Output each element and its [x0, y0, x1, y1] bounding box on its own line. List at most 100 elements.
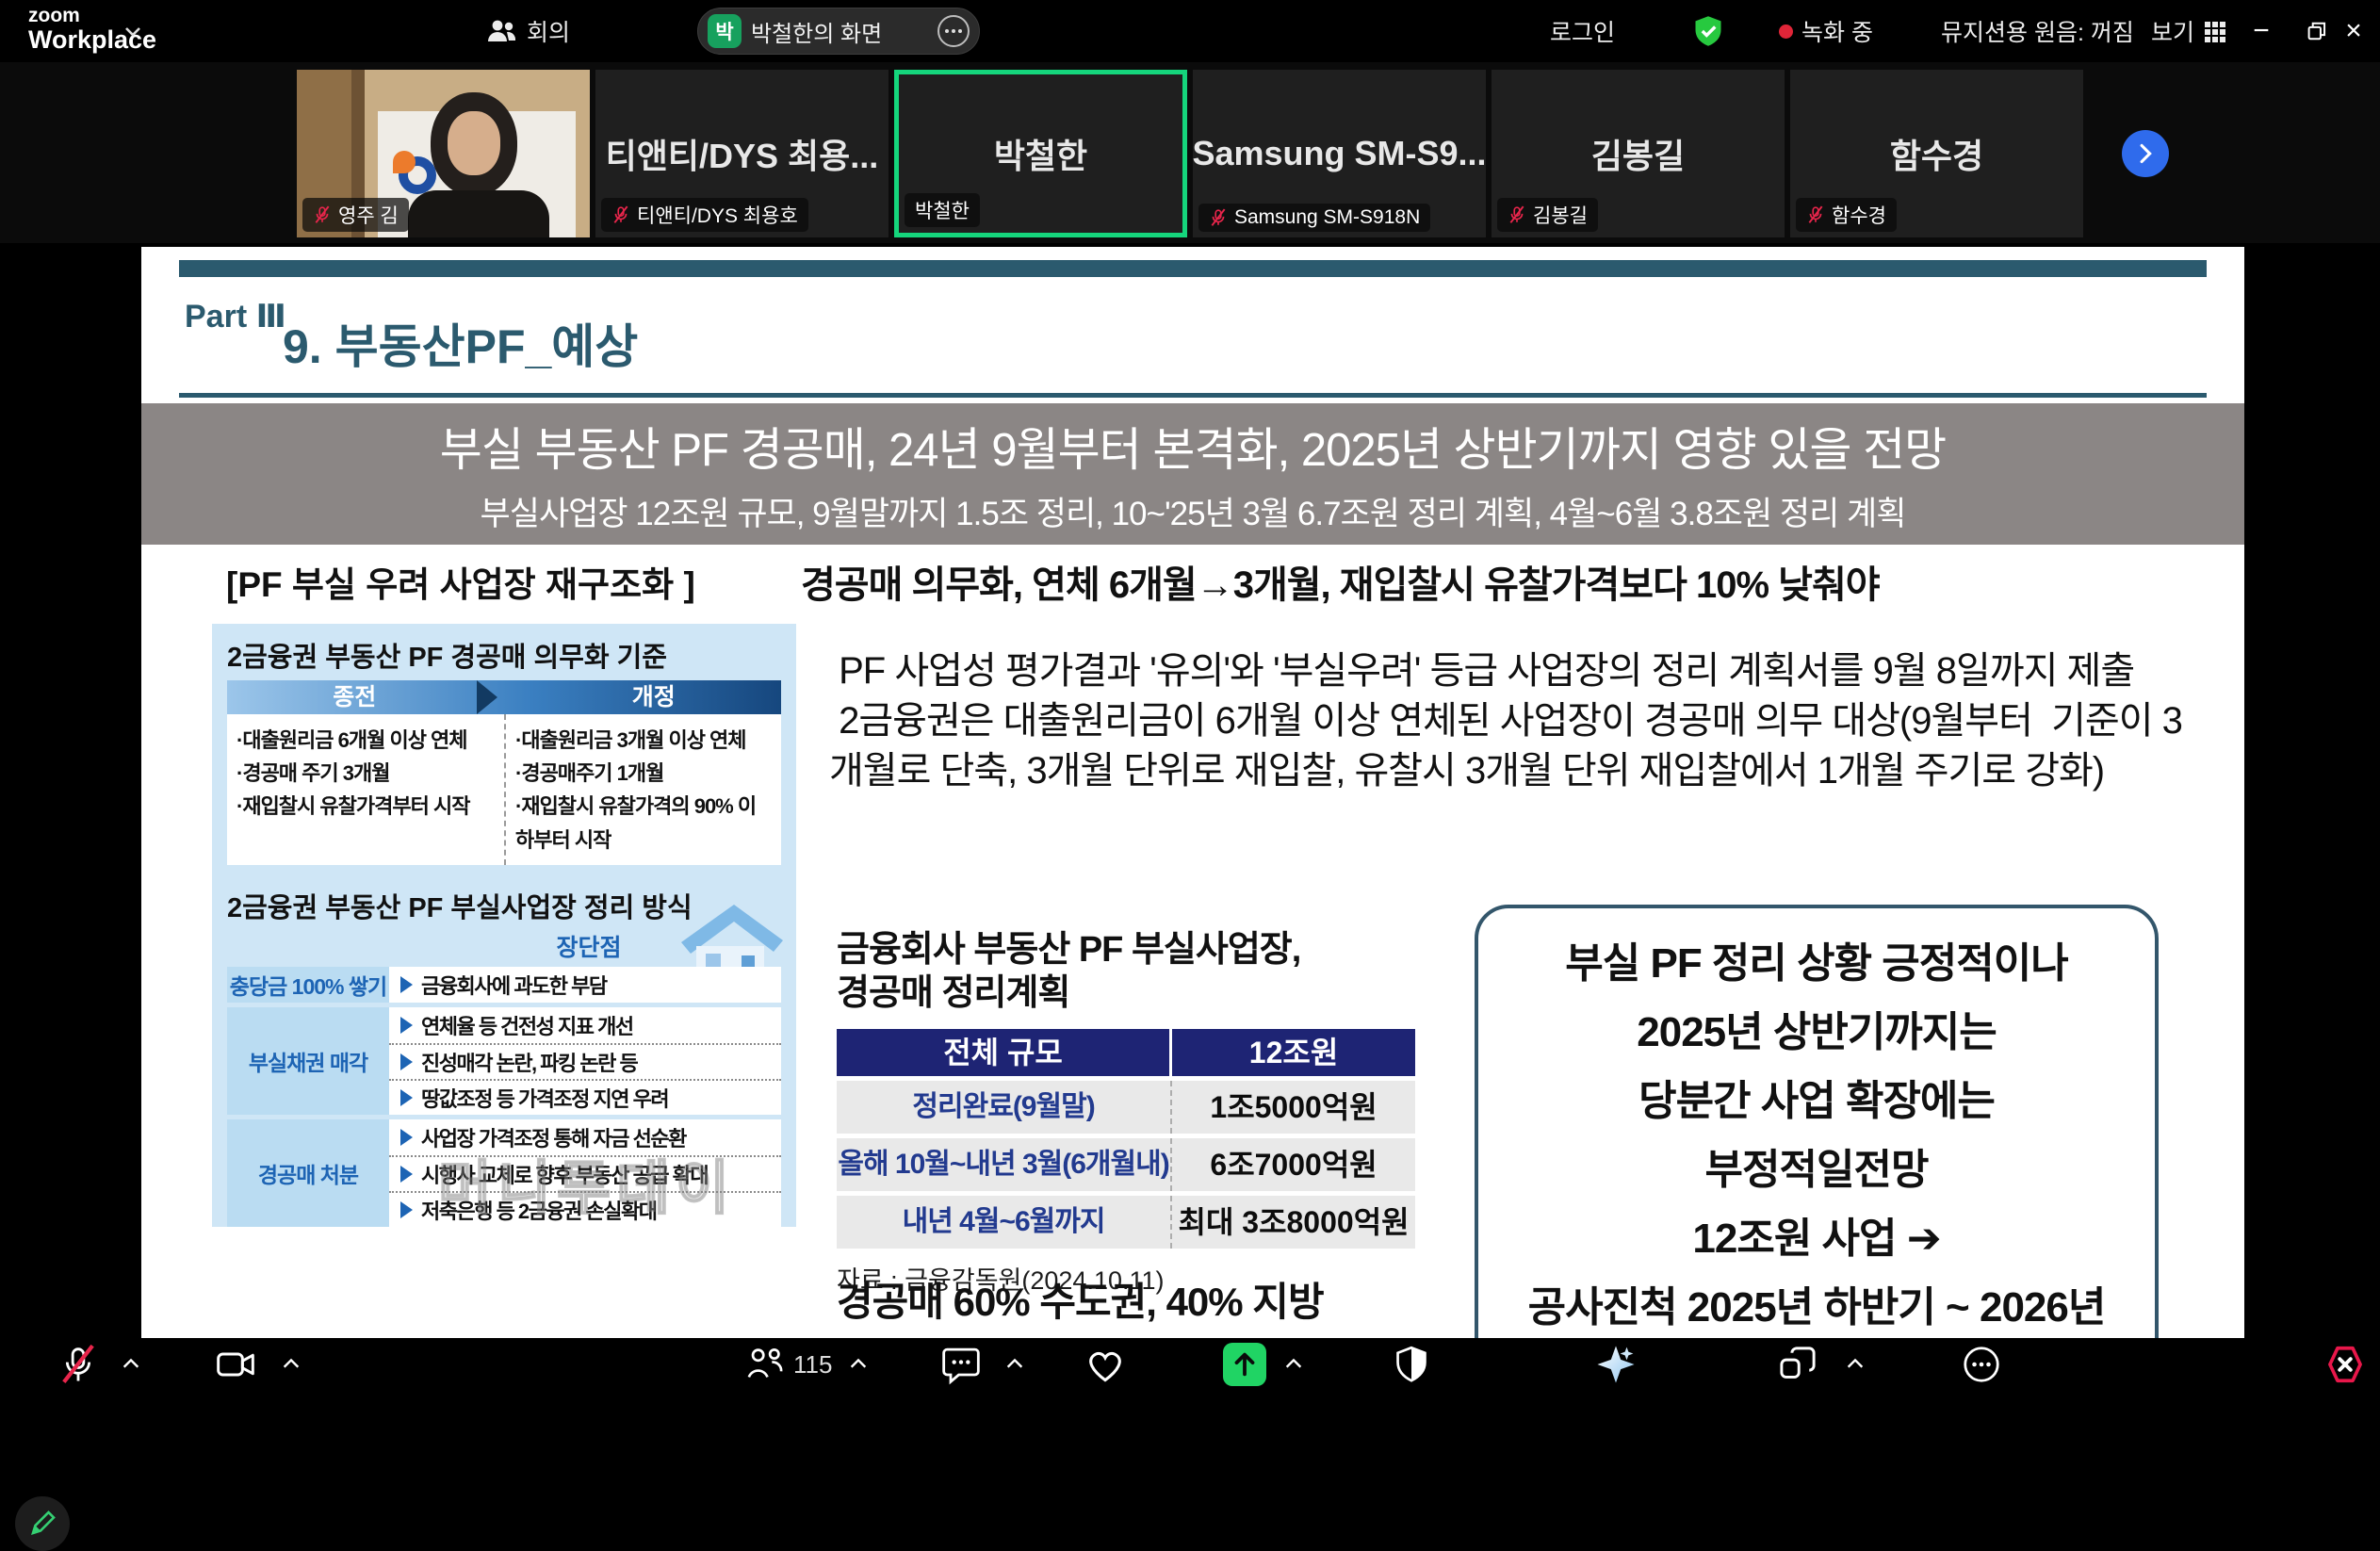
shared-screen-title: 박철한의 화면: [751, 15, 928, 48]
mute-button[interactable]: [58, 1338, 98, 1391]
login-label: 로그인: [1550, 14, 1615, 48]
participant-tile-video[interactable]: 영주 김: [297, 70, 590, 237]
more-button[interactable]: [1960, 1338, 2003, 1391]
tab-meeting[interactable]: 회의: [485, 0, 570, 62]
headline-banner: 부실 부동산 PF 경공매, 24년 9월부터 본격화, 2025년 상반기까지…: [141, 403, 2244, 545]
audio-options-caret[interactable]: [121, 1338, 141, 1391]
row-label: 내년 4월~6월까지: [837, 1196, 1172, 1249]
participant-name-badge: 김봉길: [1497, 198, 1598, 232]
muted-mic-icon: [611, 205, 630, 224]
bullet-triangle-icon: [400, 1201, 413, 1218]
chat-button[interactable]: [940, 1338, 982, 1391]
next-participants-button[interactable]: [2122, 130, 2169, 177]
after-item: ·재입찰시 유찰가격의 90% 이하부터 시작: [515, 790, 774, 856]
part-label: Part Ⅲ: [185, 298, 286, 335]
banner-line2: 부실사업장 12조원 규모, 9월말까지 1.5조 정리, 10~'25년 3월…: [141, 487, 2244, 535]
participant-tile[interactable]: 김봉길 김봉길: [1492, 70, 1785, 237]
screen-share-title-pill[interactable]: 박 박철한의 화면: [697, 8, 980, 55]
reactions-button[interactable]: [1084, 1338, 1127, 1391]
banner-line1: 부실 부동산 PF 경공매, 24년 9월부터 본격화, 2025년 상반기까지…: [141, 413, 2244, 480]
table-row: 정리완료(9월말) 1조5000억원: [837, 1081, 1415, 1134]
minimize-button[interactable]: −: [2235, 0, 2288, 62]
participant-name: Samsung SM-S918N: [1234, 206, 1420, 229]
participant-tile-active-speaker[interactable]: 박철한 박철한: [894, 70, 1187, 237]
share-screen-icon: [1223, 1343, 1266, 1386]
original-sound-label: 뮤지션용 원음: 꺼짐: [1941, 14, 2134, 48]
video-options-caret[interactable]: [281, 1338, 302, 1391]
participants-icon: [744, 1345, 786, 1384]
chat-caret[interactable]: [1004, 1338, 1025, 1391]
caret-up-icon: [1283, 1354, 1304, 1375]
outlook-line: 부실 PF 정리 상황 긍정적이나: [1478, 929, 2155, 998]
plan-table-title-line2: 경공매 정리계획: [837, 971, 1415, 1015]
method-item: 진성매각 논란, 파킹 논란 등: [389, 1043, 781, 1079]
breakout-caret[interactable]: [1845, 1338, 1866, 1391]
chevron-right-icon: [2132, 140, 2159, 167]
shared-screen-stage: Part Ⅲ 9. 부동산PF_예상 부실 부동산 PF 경공매, 24년 9월…: [0, 243, 2380, 1338]
method-item: 연체율 등 건전성 지표 개선: [389, 1007, 781, 1043]
login-button[interactable]: 로그인: [1550, 0, 1615, 62]
recording-indicator[interactable]: 녹화 중: [1779, 0, 1873, 62]
participant-tile[interactable]: Samsung SM-S9... Samsung SM-S918N: [1193, 70, 1486, 237]
security-shield-icon: [1393, 1344, 1430, 1385]
auction-headline: 경공매 의무화, 연체 6개월→3개월, 재입찰시 유찰가격보다 10% 낮춰야: [801, 554, 1880, 609]
security-status[interactable]: [1691, 0, 1725, 62]
participant-tile[interactable]: 티앤티/DYS 최용... 티앤티/DYS 최용호: [595, 70, 888, 237]
breakout-rooms-button[interactable]: [1777, 1338, 1818, 1391]
ai-companion-button[interactable]: [1594, 1338, 1638, 1391]
participant-name-badge: 박철한: [905, 193, 980, 227]
before-item: ·경공매 주기 3개월: [236, 757, 497, 790]
share-screen-button[interactable]: [1223, 1338, 1266, 1391]
people-icon: [485, 16, 517, 46]
original-sound-toggle[interactable]: 뮤지션용 원음: 꺼짐: [1941, 0, 2134, 62]
method-item: 땅값조정 등 가격조정 지연 우려: [389, 1079, 781, 1115]
avatar: 박: [708, 14, 742, 48]
annotation-pencil-button[interactable]: [15, 1496, 70, 1551]
participants-filmstrip: 영주 김 티앤티/DYS 최용... 티앤티/DYS 최용호 박철한 박철한 S…: [0, 62, 2380, 243]
slide-accent-bar: [179, 260, 2207, 277]
pf-infographic-panel: 2금융권 부동산 PF 경공매 의무화 기준 종전 개정 ·대출원리금 6개월 …: [212, 624, 796, 1227]
title-divider: [179, 393, 2207, 398]
news-watermark: 머니투데이: [438, 1140, 735, 1225]
participants-caret[interactable]: [848, 1338, 869, 1391]
caret-up-icon: [848, 1354, 869, 1375]
method-label: 부실채권 매각: [227, 1007, 389, 1115]
row-value: 6조7000억원: [1172, 1138, 1415, 1191]
participant-name: 영주 김: [338, 201, 399, 229]
before-item: ·대출원리금 6개월 이상 연체: [236, 724, 497, 757]
before-after-table: ·대출원리금 6개월 이상 연체 ·경공매 주기 3개월 ·재입찰시 유찰가격부…: [227, 714, 781, 865]
method-item-text: 금융회사에 과도한 부담: [421, 970, 607, 1000]
bullet-triangle-icon: [400, 1089, 413, 1106]
arrow-notch-icon: [477, 680, 497, 714]
restore-icon: [2303, 18, 2329, 44]
presentation-slide: Part Ⅲ 9. 부동산PF_예상 부실 부동산 PF 경공매, 24년 9월…: [141, 247, 2244, 1338]
participants-button[interactable]: 115: [744, 1338, 832, 1391]
row-value: 1조5000억원: [1172, 1081, 1415, 1134]
share-options-caret[interactable]: [1283, 1338, 1304, 1391]
more-options-icon[interactable]: [937, 15, 970, 47]
participant-name: 김봉길: [1533, 201, 1588, 229]
paragraph-2: 2금융권은 대출원리금이 6개월 이상 연체된 사업장이 경공매 의무 대상(9…: [829, 696, 2205, 796]
grid-view-icon: [2202, 18, 2228, 44]
view-label: 보기: [2151, 14, 2194, 48]
participant-name-badge: 함수경: [1796, 198, 1897, 232]
view-button[interactable]: 보기: [2151, 0, 2228, 62]
workspace-menu-button[interactable]: [121, 0, 145, 62]
video-button[interactable]: [215, 1338, 256, 1391]
chevron-down-icon: [121, 19, 145, 43]
header-cell: 12조원: [1172, 1029, 1415, 1076]
leave-meeting-button[interactable]: [2323, 1338, 2367, 1391]
recording-label: 녹화 중: [1801, 14, 1873, 48]
participant-tile[interactable]: 함수경 함수경: [1790, 70, 2083, 237]
more-icon: [1960, 1343, 2003, 1386]
breakout-rooms-icon: [1777, 1345, 1818, 1384]
restructure-label: [PF 부실 우려 사업장 재구조화 ]: [226, 556, 695, 607]
ai-companion-icon: [1594, 1343, 1638, 1386]
participant-name-badge: 티앤티/DYS 최용호: [601, 198, 808, 232]
close-button[interactable]: ×: [2327, 0, 2380, 62]
before-item: ·재입찰시 유찰가격부터 시작: [236, 790, 497, 823]
security-button[interactable]: [1393, 1338, 1430, 1391]
participant-name-badge: 영주 김: [302, 198, 409, 232]
before-items: ·대출원리금 6개월 이상 연체 ·경공매 주기 3개월 ·재입찰시 유찰가격부…: [227, 714, 504, 865]
chat-icon: [940, 1344, 982, 1385]
